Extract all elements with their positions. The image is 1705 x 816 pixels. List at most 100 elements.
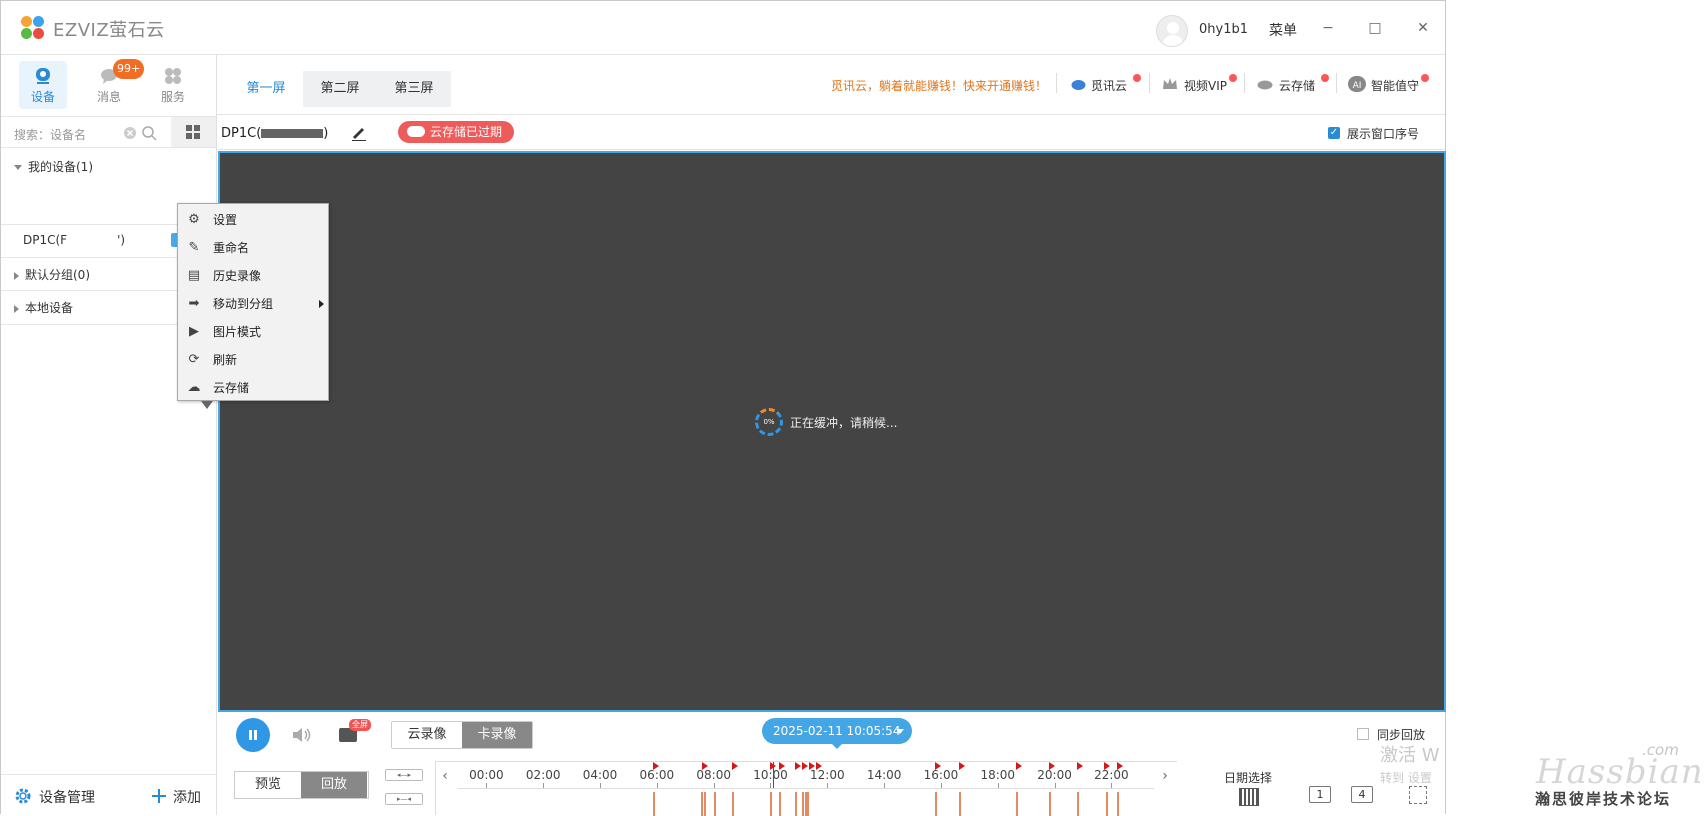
search-icon[interactable] [141, 125, 157, 141]
close-button[interactable]: ✕ [1412, 17, 1434, 39]
device-management-button[interactable]: 设备管理 [39, 787, 95, 807]
event-marker[interactable] [794, 762, 801, 770]
link-mixun-cloud[interactable]: 觅讯云 [1091, 77, 1127, 94]
event-marker[interactable] [1048, 762, 1055, 770]
timeline-next-button[interactable]: › [1154, 765, 1176, 787]
chevron-down-icon [14, 165, 22, 170]
windows-activate-watermark: 激活 W [1380, 745, 1440, 766]
event-marker[interactable] [815, 762, 822, 770]
volume-icon[interactable] [291, 725, 313, 745]
recording-segment[interactable] [804, 792, 807, 816]
context-menu-item[interactable]: ✎ 重命名 [178, 234, 328, 262]
watermark-logo-text: Hassbian [1536, 752, 1704, 792]
datetime-selector[interactable]: 2025-02-11 10:05:54 [762, 718, 912, 744]
timeline-cursor[interactable] [773, 762, 775, 788]
grid-icon [186, 125, 200, 139]
player-subheader: DP1C() 云存储已过期 ✓ 展示窗口序号 [217, 114, 1445, 150]
maximize-button[interactable]: □ [1364, 17, 1386, 39]
windows-activate-watermark-sub: 转到 设置 [1380, 771, 1432, 785]
edit-pencil-icon[interactable] [351, 125, 367, 141]
context-menu-item[interactable]: ▤ 历史录像 [178, 262, 328, 290]
layout-4-button[interactable]: 4 [1351, 786, 1373, 803]
zoom-in-timeline-button[interactable]: ◂—▸ [385, 769, 423, 781]
recording-segment[interactable] [1105, 792, 1108, 816]
device-title-suffix: ) [323, 126, 329, 141]
event-marker[interactable] [1117, 762, 1124, 770]
cloud-recording-button[interactable]: 云录像 [392, 722, 462, 748]
nav-tab-services[interactable]: 服务 [149, 61, 197, 109]
search-input[interactable]: 搜索：设备名 [14, 126, 86, 143]
sync-playback-checkbox[interactable] [1357, 728, 1369, 740]
add-device-button[interactable]: 添加 [173, 787, 201, 807]
notification-dot [1133, 74, 1141, 82]
timeline-prev-button[interactable]: ‹ [434, 765, 456, 787]
timeline-tick-label: 14:00 [866, 768, 902, 782]
event-marker[interactable] [1104, 762, 1111, 770]
recording-segment[interactable] [794, 792, 797, 816]
event-marker[interactable] [1077, 762, 1084, 770]
avatar[interactable] [1156, 15, 1188, 47]
screen-tabs: 第一屏 第二屏 第三屏 [229, 71, 451, 107]
show-window-index-checkbox[interactable]: ✓ [1328, 127, 1340, 139]
recording-segment[interactable] [700, 792, 703, 816]
card-recording-button[interactable]: 卡录像 [462, 722, 532, 748]
calendar-icon[interactable] [1239, 788, 1259, 806]
recording-segment[interactable] [959, 792, 962, 816]
context-menu-item[interactable]: ➡ 移动到分组 [178, 290, 328, 318]
preview-mode-button[interactable]: 预览 [235, 772, 301, 798]
link-video-vip[interactable]: 视频VIP [1184, 77, 1227, 94]
grid-view-button[interactable] [171, 117, 216, 147]
recording-segment[interactable] [770, 792, 773, 816]
event-marker[interactable] [732, 762, 739, 770]
link-smart-guard[interactable]: 智能值守 [1371, 77, 1419, 94]
recording-segment[interactable] [1117, 792, 1120, 816]
nav-tab-device[interactable]: 设备 [19, 61, 67, 109]
zoom-out-timeline-button[interactable]: ▸—◂ [385, 793, 423, 805]
event-marker[interactable] [935, 762, 942, 770]
playback-mode-button[interactable]: 回放 [301, 772, 367, 798]
event-marker[interactable] [801, 762, 808, 770]
tab-screen-2[interactable]: 第二屏 [303, 71, 377, 107]
recording-segment[interactable] [1077, 792, 1080, 816]
recording-segment[interactable] [1016, 792, 1019, 816]
promo-link[interactable]: 觅讯云，躺着就能赚钱！快来开通赚钱！ [831, 77, 1047, 94]
video-viewport[interactable]: 0% 正在缓冲，请稍候... [218, 151, 1446, 712]
recording-segment[interactable] [779, 792, 781, 816]
event-marker[interactable] [959, 762, 966, 770]
device-item-name: DP1C(F [23, 233, 68, 247]
recording-segment[interactable] [713, 792, 716, 816]
tree-group-my-devices[interactable]: 我的设备(1) [1, 150, 216, 184]
recording-segment[interactable] [652, 792, 655, 816]
link-cloud-storage[interactable]: 云存储 [1279, 77, 1315, 94]
pause-button[interactable] [236, 718, 270, 752]
recording-segment[interactable] [807, 792, 810, 816]
event-marker[interactable] [808, 762, 815, 770]
event-marker[interactable] [652, 762, 659, 770]
context-menu-item-label: 图片模式 [213, 325, 262, 339]
recording-segment[interactable] [732, 792, 735, 816]
event-marker[interactable] [1016, 762, 1023, 770]
minimize-button[interactable]: − [1317, 17, 1339, 39]
timeline-track[interactable]: 00:00 02:00 04:00 06:00 08:00 10:00 12:00 14:00… [458, 762, 1154, 816]
context-menu-item[interactable]: ⟳ 刷新 [178, 346, 328, 374]
timeline-tick [600, 783, 602, 788]
menu-button[interactable]: 菜单 [1269, 20, 1297, 40]
recording-segment[interactable] [703, 792, 706, 816]
layout-1-button[interactable]: 1 [1309, 786, 1331, 803]
tab-screen-1[interactable]: 第一屏 [229, 71, 303, 107]
context-menu-item[interactable]: ⚙ 设置 [178, 206, 328, 234]
event-marker[interactable] [702, 762, 709, 770]
tab-screen-3[interactable]: 第三屏 [377, 71, 451, 107]
device-search-bar: 搜索：设备名 [1, 116, 216, 148]
recording-segment[interactable] [801, 792, 804, 816]
fullscreen-icon[interactable] [1409, 786, 1427, 804]
timeline[interactable]: ‹ 00:00 02:00 04:00 06:00 08:00 10:00 12:00 14:… [434, 761, 1177, 816]
recording-segment[interactable] [935, 792, 938, 816]
context-menu-item[interactable]: ▶ 图片模式 [178, 318, 328, 346]
username[interactable]: 0hy1b1 [1199, 22, 1248, 37]
recording-segment[interactable] [1048, 792, 1051, 816]
context-menu-item[interactable]: ☁ 云存储 [178, 374, 328, 402]
cloud-expired-badge[interactable]: 云存储已过期 [398, 121, 515, 143]
event-marker[interactable] [779, 762, 785, 770]
clear-icon[interactable] [123, 126, 137, 140]
